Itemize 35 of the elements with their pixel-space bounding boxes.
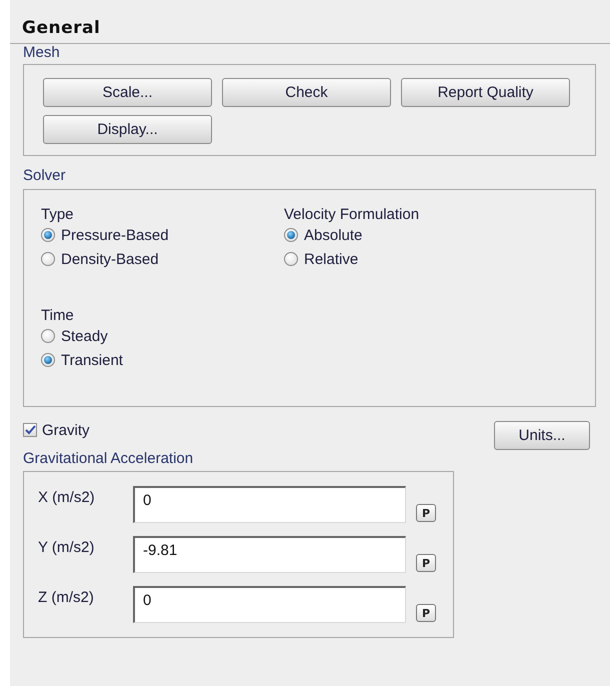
radio-button[interactable] xyxy=(284,228,298,242)
mesh-button[interactable]: Display... xyxy=(43,115,212,144)
radio-label: Relative xyxy=(304,250,358,268)
mesh-button[interactable]: Scale... xyxy=(43,78,212,107)
radio-button[interactable] xyxy=(284,252,298,266)
gravity-checkbox[interactable] xyxy=(23,423,37,437)
mesh-button[interactable]: Report Quality xyxy=(401,78,570,107)
option-group-label: Type xyxy=(41,206,74,223)
radio-button[interactable] xyxy=(41,228,55,242)
option-group-label: Velocity Formulation xyxy=(284,206,420,223)
group-label: Mesh xyxy=(23,44,60,62)
field-label: Z (m/s2) xyxy=(38,589,95,606)
parameter-button[interactable]: P xyxy=(416,504,436,522)
radio-button[interactable] xyxy=(41,252,55,266)
radio-label: Pressure-Based xyxy=(61,226,169,244)
radio-button[interactable] xyxy=(41,353,55,367)
radio-label: Density-Based xyxy=(61,250,159,268)
group-label: Gravitational Acceleration xyxy=(23,450,194,468)
checkbox-label: Gravity xyxy=(42,422,90,438)
parameter-button[interactable]: P xyxy=(416,604,436,622)
option-group-label: Time xyxy=(41,307,74,324)
input-field[interactable]: 0 xyxy=(133,486,406,523)
radio-label: Transient xyxy=(61,352,123,368)
units-button[interactable]: Units... xyxy=(494,421,590,450)
mesh-button[interactable]: Check xyxy=(222,78,391,107)
radio-label: Absolute xyxy=(304,226,362,244)
field-label: X (m/s2) xyxy=(38,489,96,506)
field-label: Y (m/s2) xyxy=(38,539,96,556)
parameter-button[interactable]: P xyxy=(416,554,436,572)
input-field[interactable]: 0 xyxy=(133,586,406,623)
group-label: Solver xyxy=(23,167,66,185)
panel-title: General xyxy=(21,17,102,40)
radio-label: Steady xyxy=(61,328,108,344)
input-field[interactable]: -9.81 xyxy=(133,536,406,573)
radio-button[interactable] xyxy=(41,329,55,343)
